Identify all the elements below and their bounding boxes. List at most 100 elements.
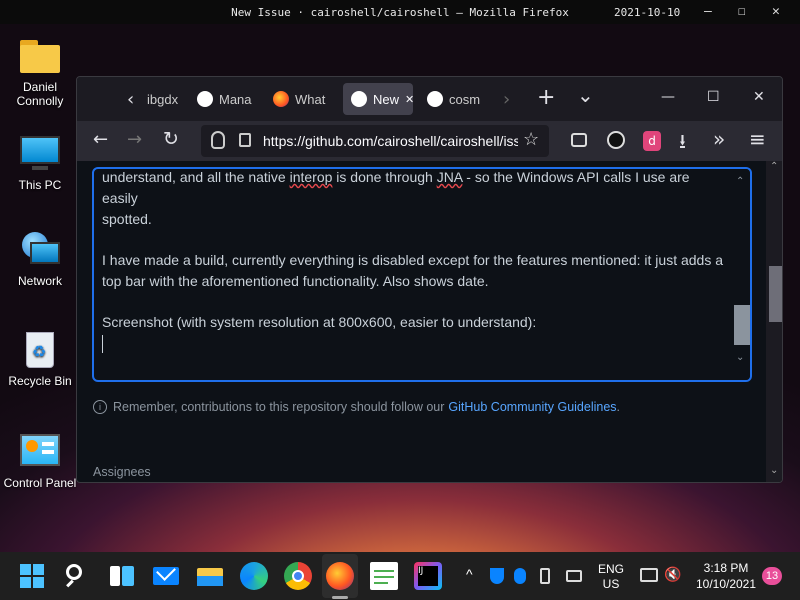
tab-what[interactable]: What [273, 83, 333, 115]
tab-manage[interactable]: Mana [197, 83, 257, 115]
notepad-icon[interactable] [370, 562, 398, 590]
tab-bar: ‹ ibgdx Mana What New ✕ cosm › + ⌄ — ☐ ✕ [77, 77, 782, 121]
downloads-icon[interactable]: ⭳ [679, 127, 686, 161]
textarea-scroll-thumb[interactable] [734, 305, 750, 345]
bookmark-star-icon[interactable]: ☆ [523, 129, 539, 150]
edge-icon[interactable] [240, 562, 268, 590]
body-text: is done through [332, 169, 437, 185]
monitor-icon [18, 134, 62, 174]
bluetooth-icon[interactable] [514, 568, 526, 584]
firefox-icon [273, 91, 289, 107]
folder-icon [18, 36, 62, 76]
clock-time: 3:18 PM [703, 561, 749, 575]
region-code: US [602, 577, 620, 591]
file-explorer-icon[interactable] [196, 562, 224, 590]
desktop-icon-control-panel[interactable]: Control Panel [0, 432, 80, 490]
hamburger-menu-button[interactable]: ≡ [749, 127, 766, 151]
cairo-top-bar: New Issue · cairoshell/cairoshell — Mozi… [0, 0, 800, 24]
intellij-icon[interactable]: IJ [414, 562, 442, 590]
control-panel-icon [18, 432, 62, 472]
desktop-icon-label: Connolly [16, 94, 64, 108]
info-icon: i [93, 400, 107, 414]
forward-button[interactable]: → [127, 129, 142, 150]
reload-button[interactable]: ↻ [163, 128, 179, 150]
recycle-bin-icon: ♻ [18, 330, 62, 370]
issue-body-text[interactable]: understand, and all the native interop i… [102, 169, 724, 354]
pocket-icon[interactable] [571, 133, 587, 147]
chrome-icon[interactable] [284, 562, 312, 590]
page-content: understand, and all the native interop i… [77, 161, 782, 482]
github-icon [197, 91, 213, 107]
firefox-icon[interactable] [326, 562, 354, 590]
tab-libgdx[interactable]: ibgdx [147, 83, 193, 115]
scroll-down-arrow-icon[interactable]: ⌄ [736, 347, 744, 368]
tab-cosmos[interactable]: cosm [427, 83, 493, 115]
window-close-button[interactable]: ✕ [753, 89, 765, 105]
defender-shield-icon[interactable] [490, 568, 504, 584]
tab-label: ibgdx [147, 91, 179, 107]
assignees-heading: Assignees [93, 465, 151, 479]
desktop-icon-recycle-bin[interactable]: ♻ Recycle Bin [0, 330, 80, 388]
extension-d-icon[interactable]: d [643, 131, 661, 151]
contribution-hint: i Remember, contributions to this reposi… [93, 400, 620, 414]
volume-muted-icon[interactable]: 🔇 [664, 566, 681, 583]
top-bar-date: 2021-10-10 [614, 6, 681, 19]
tab-close-icon[interactable]: ✕ [405, 93, 414, 106]
desktop-icon-network[interactable]: Network [0, 230, 80, 288]
desktop-icon-user-folder[interactable]: Daniel Connolly [0, 36, 80, 108]
body-paragraph-3: Screenshot (with system resolution at 80… [102, 314, 537, 330]
misspelled-word: JNA [436, 169, 463, 185]
mail-icon[interactable] [152, 561, 180, 590]
desktop-icon-label: Recycle Bin [8, 374, 72, 388]
close-button[interactable]: ✕ [772, 4, 780, 19]
window-minimize-button[interactable]: — [661, 89, 675, 105]
network-monitor-icon[interactable] [640, 568, 658, 582]
lock-icon[interactable] [239, 133, 251, 147]
page-scroll-thumb[interactable] [769, 266, 782, 322]
tab-label: Mana [219, 91, 252, 107]
scroll-down-arrow-icon[interactable]: ⌄ [770, 465, 778, 476]
windows-start-icon[interactable] [18, 562, 46, 590]
desktop-icon-label: Control Panel [3, 476, 77, 490]
maximize-button[interactable]: ☐ [738, 4, 746, 19]
show-hidden-icons-button[interactable]: ^ [466, 566, 473, 582]
language-indicator[interactable]: ENG US [596, 562, 626, 592]
back-button[interactable]: ← [93, 129, 108, 150]
hint-text: Remember, contributions to this reposito… [113, 400, 445, 414]
tab-scroll-left-button[interactable]: ‹ [127, 89, 134, 110]
desktop-icon-this-pc[interactable]: This PC [0, 134, 80, 192]
issue-body-textarea[interactable]: understand, and all the native interop i… [92, 167, 752, 382]
hint-end: . [616, 400, 621, 414]
clock[interactable]: 3:18 PM 10/10/2021 [694, 560, 758, 592]
notification-count-badge[interactable]: 13 [762, 567, 782, 585]
usb-device-icon[interactable] [540, 568, 550, 584]
new-tab-button[interactable]: + [537, 85, 555, 110]
window-maximize-button[interactable]: ☐ [707, 89, 720, 105]
taskbar: IJ ^ ENG US 🔇 3:18 PM 10/10/2021 13 [0, 552, 800, 600]
scroll-up-arrow-icon[interactable]: ⌃ [770, 161, 778, 172]
language-code: ENG [597, 562, 624, 576]
task-view-icon[interactable] [108, 562, 136, 590]
list-all-tabs-button[interactable]: ⌄ [577, 83, 594, 107]
github-icon [351, 91, 367, 107]
text-caret [102, 335, 103, 354]
network-globe-icon [18, 230, 62, 270]
body-text: spotted. [102, 211, 152, 227]
minimize-button[interactable]: — [704, 4, 712, 19]
community-guidelines-link[interactable]: GitHub Community Guidelines [448, 400, 616, 414]
tab-label: What [295, 91, 326, 107]
page-scrollbar[interactable]: ⌃ ⌄ [766, 161, 782, 482]
tab-new-issue[interactable]: New ✕ [343, 83, 414, 115]
url-text[interactable]: https://github.com/cairoshell/cairoshell… [263, 133, 518, 149]
search-icon[interactable] [62, 562, 90, 590]
extension-face-icon[interactable] [607, 131, 625, 149]
firefox-window: ‹ ibgdx Mana What New ✕ cosm › + ⌄ — ☐ ✕… [76, 76, 783, 483]
github-icon [427, 91, 443, 107]
textarea-scrollbar[interactable]: ⌃ ⌄ [732, 169, 750, 380]
overflow-menu-button[interactable]: » [713, 127, 725, 151]
shield-icon[interactable] [211, 131, 225, 149]
url-bar[interactable]: https://github.com/cairoshell/cairoshell… [201, 125, 549, 157]
tab-scroll-right-button[interactable]: › [503, 89, 510, 110]
keyboard-icon[interactable] [566, 570, 582, 582]
scroll-up-arrow-icon[interactable]: ⌃ [736, 171, 744, 192]
